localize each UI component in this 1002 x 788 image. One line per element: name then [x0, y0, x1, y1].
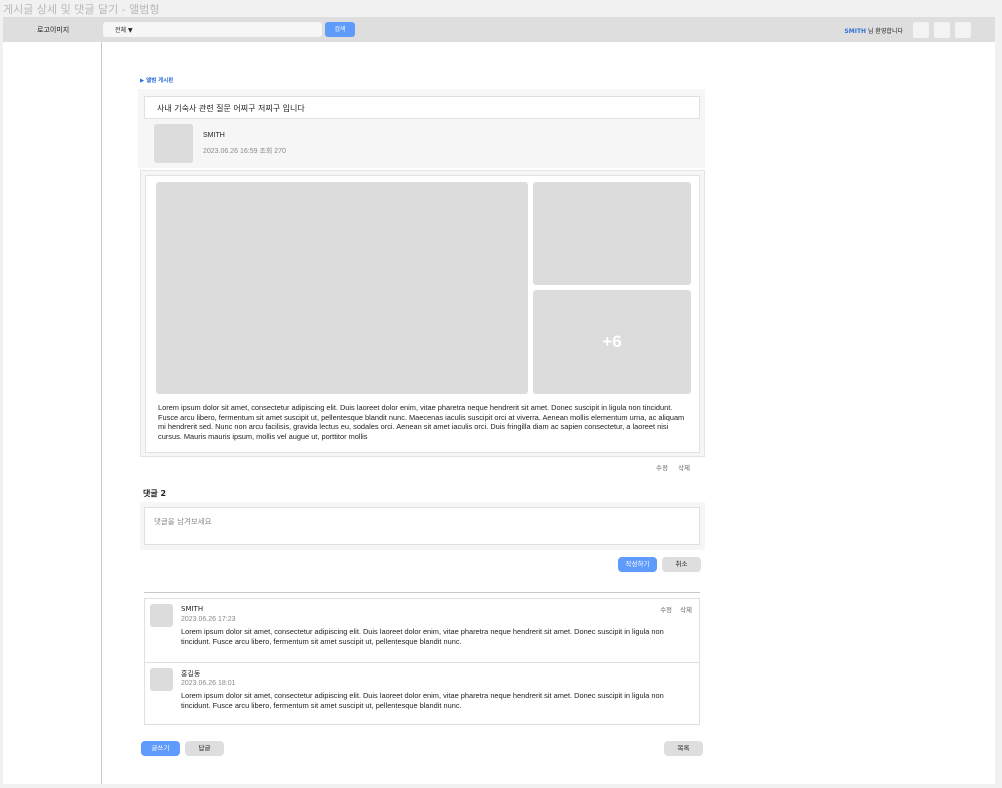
- comment-date: 2023.06.26 17:23: [181, 616, 236, 623]
- post-header: 사내 기숙사 관련 질문 어찌구 저찌구 입니다 SMITH 2023.06.2…: [138, 89, 705, 168]
- comment-count: 댓글 2: [143, 489, 167, 498]
- comment-author: 홍길동: [181, 670, 201, 678]
- message-icon[interactable]: [934, 22, 950, 38]
- user-name: SMITH: [844, 28, 867, 35]
- author-name: SMITH: [203, 132, 225, 139]
- post-title: 사내 기숙사 관련 질문 어찌구 저찌구 입니다: [157, 104, 305, 113]
- comment-form: [140, 502, 705, 550]
- post-text: Lorem ipsum dolor sit amet, consectetur …: [158, 403, 685, 441]
- top-header: 로고이미지 전체 ▼ 검색 SMITH 님 환영합니다: [3, 17, 995, 42]
- comment-actions: 수정 삭제: [652, 604, 692, 614]
- menu-icon[interactable]: [955, 22, 971, 38]
- page-frame: 로고이미지 전체 ▼ 검색 SMITH 님 환영합니다 ▶ 앨범 게시판 사내 …: [3, 17, 995, 784]
- more-images-count: +6: [602, 332, 622, 351]
- post-meta: 2023.06.26 16:59 조회 270: [203, 148, 286, 155]
- write-button[interactable]: 글쓰기: [141, 741, 180, 756]
- comment-edit-link[interactable]: 수정: [660, 606, 672, 614]
- window-title: 게시글 상세 및 댓글 달기 - 앨범형: [3, 3, 160, 16]
- welcome-message: SMITH 님 환영합니다: [844, 26, 903, 35]
- sidebar-divider: [101, 42, 102, 784]
- post-delete-link[interactable]: 삭제: [678, 464, 690, 472]
- side-image[interactable]: [533, 182, 691, 285]
- comment-divider: [144, 592, 700, 593]
- post-content: +6 Lorem ipsum dolor sit amet, consectet…: [145, 175, 700, 453]
- search-category-select[interactable]: 전체 ▼: [115, 25, 133, 34]
- comment-cancel-button[interactable]: 취소: [662, 557, 701, 572]
- welcome-suffix: 님 환영합니다: [866, 28, 903, 35]
- comment-text: Lorem ipsum dolor sit amet, consectetur …: [181, 691, 664, 710]
- comment-submit-button[interactable]: 작성하기: [618, 557, 657, 572]
- search-box[interactable]: 전체 ▼: [103, 22, 322, 37]
- post-actions: 수정 삭제: [656, 462, 700, 472]
- comment-item: SMITH 2023.06.26 17:23 Lorem ipsum dolor…: [145, 599, 699, 662]
- search-button[interactable]: 검색: [325, 22, 355, 37]
- comment-text: Lorem ipsum dolor sit amet, consectetur …: [181, 627, 664, 646]
- comment-date: 2023.06.26 18:01: [181, 680, 236, 687]
- main-image[interactable]: [156, 182, 528, 394]
- author-avatar: [154, 124, 193, 163]
- comment-list: SMITH 2023.06.26 17:23 Lorem ipsum dolor…: [144, 598, 700, 725]
- comment-avatar: [150, 604, 173, 627]
- breadcrumb[interactable]: ▶ 앨범 게시판: [140, 76, 173, 84]
- comment-author: SMITH: [181, 605, 204, 613]
- comment-item: 홍길동 2023.06.26 18:01 Lorem ipsum dolor s…: [145, 662, 699, 725]
- comment-input[interactable]: [144, 507, 700, 545]
- list-button[interactable]: 목록: [664, 741, 703, 756]
- comment-avatar: [150, 668, 173, 691]
- notification-icon[interactable]: [913, 22, 929, 38]
- post-title-box: 사내 기숙사 관련 질문 어찌구 저찌구 입니다: [144, 96, 700, 119]
- post-body: +6 Lorem ipsum dolor sit amet, consectet…: [140, 170, 705, 457]
- post-edit-link[interactable]: 수정: [656, 464, 668, 472]
- logo[interactable]: 로고이미지: [37, 25, 69, 35]
- reply-button[interactable]: 답글: [185, 741, 224, 756]
- more-images-tile[interactable]: +6: [533, 290, 691, 394]
- comment-delete-link[interactable]: 삭제: [680, 606, 692, 614]
